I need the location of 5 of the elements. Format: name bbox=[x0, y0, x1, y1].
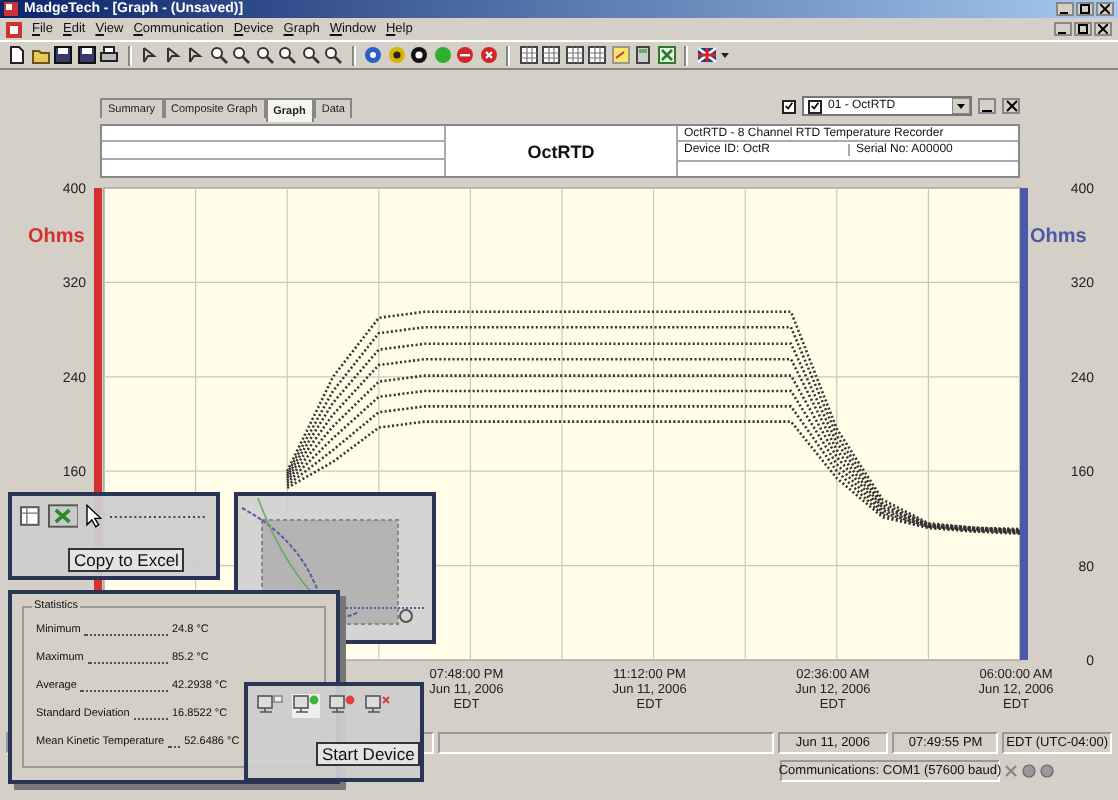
tooltip: Start Device bbox=[316, 742, 421, 766]
tooltip: Copy to Excel bbox=[68, 548, 185, 572]
axis-label: Ohms bbox=[1030, 226, 1087, 248]
graph-title: OctRTD bbox=[525, 139, 597, 165]
axis-label: Ohms bbox=[28, 226, 85, 248]
